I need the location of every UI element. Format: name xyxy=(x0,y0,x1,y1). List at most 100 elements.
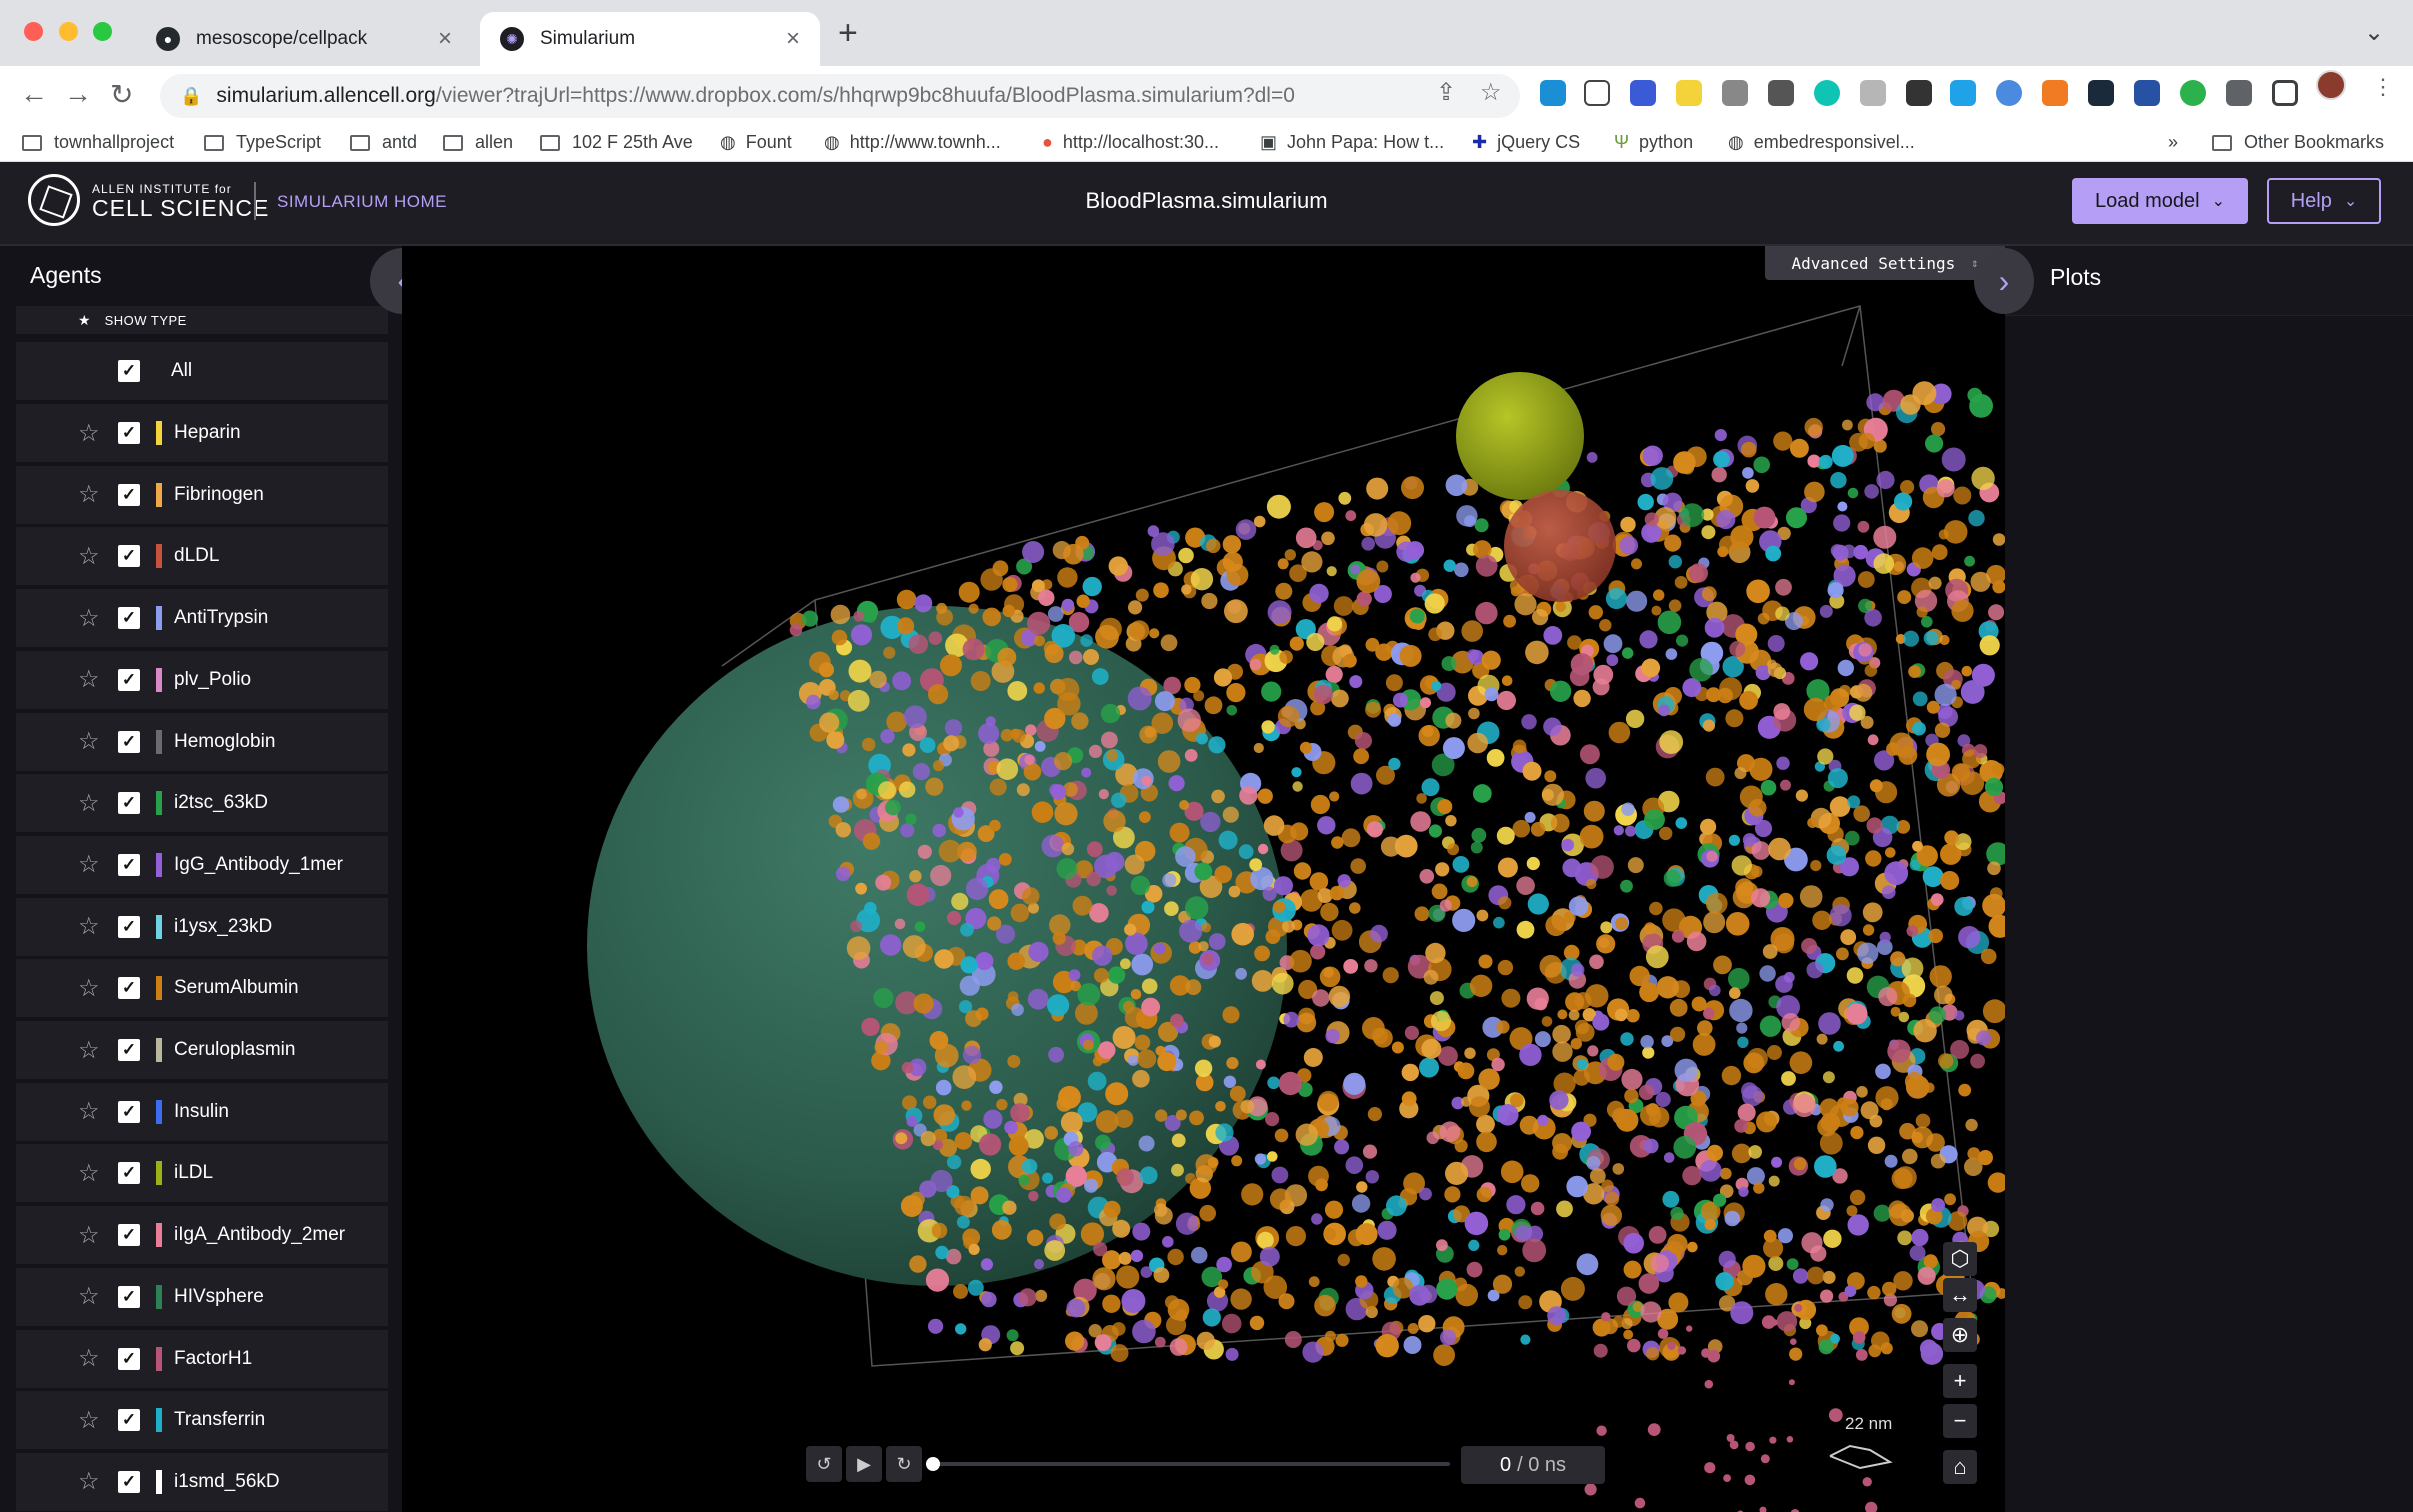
window-zoom-button[interactable] xyxy=(93,22,112,41)
checkbox-checked-icon[interactable]: ✓ xyxy=(118,1039,140,1061)
extension-icon[interactable] xyxy=(1584,80,1610,106)
bookmark-item[interactable]: antd xyxy=(350,132,417,153)
puzzle-extensions-icon[interactable] xyxy=(2226,80,2252,106)
agent-row[interactable]: ☆ ✓ i1smd_56kD xyxy=(16,1452,388,1511)
simulation-scene[interactable] xyxy=(402,246,2005,1512)
reload-icon[interactable]: ↻ xyxy=(110,78,133,111)
time-slider-handle[interactable] xyxy=(926,1457,940,1471)
address-bar[interactable]: 🔒 simularium.allencell.org /viewer?trajU… xyxy=(160,74,1520,118)
pan-icon[interactable]: ↔ xyxy=(1943,1278,1977,1312)
bookmark-item[interactable]: ◍ embedresponsivel... xyxy=(1728,132,1915,153)
star-outline-icon[interactable]: ☆ xyxy=(78,974,100,1003)
checkbox-checked-icon[interactable]: ✓ xyxy=(118,483,140,506)
extension-icon[interactable] xyxy=(1676,80,1702,106)
agent-row[interactable]: ☆ ✓ Ceruloplasmin xyxy=(16,1021,388,1079)
star-outline-icon[interactable]: ☆ xyxy=(78,1097,100,1126)
other-bookmarks[interactable]: Other Bookmarks xyxy=(2212,132,2384,153)
load-model-button[interactable]: Load model ⌄ xyxy=(2072,178,2248,224)
focus-target-icon[interactable]: ⊕ xyxy=(1943,1318,1977,1352)
back-arrow-icon[interactable]: ← xyxy=(20,78,48,110)
checkbox-checked-icon[interactable]: ✓ xyxy=(118,915,140,938)
checkbox-checked-icon[interactable]: ✓ xyxy=(118,730,140,753)
browser-tab-simularium[interactable]: ✺ Simularium × xyxy=(480,12,820,66)
extension-icon[interactable] xyxy=(1996,80,2022,106)
star-outline-icon[interactable]: ☆ xyxy=(78,665,100,694)
agent-row-all[interactable]: ✓ All xyxy=(16,342,388,400)
checkbox-checked-icon[interactable]: ✓ xyxy=(118,1224,140,1247)
bookmark-item[interactable]: TypeScript xyxy=(204,132,321,153)
extension-icon[interactable] xyxy=(2088,80,2114,106)
3d-viewport[interactable] xyxy=(402,246,2005,1512)
star-outline-icon[interactable]: ☆ xyxy=(78,480,100,509)
bookmark-item[interactable]: ◍ http://www.townh... xyxy=(824,132,1001,153)
extension-icon[interactable] xyxy=(2134,80,2160,106)
checkbox-checked-icon[interactable]: ✓ xyxy=(118,545,140,568)
agent-row[interactable]: ☆ ✓ dLDL xyxy=(16,527,388,586)
star-outline-icon[interactable]: ☆ xyxy=(78,1159,100,1188)
extension-icon[interactable] xyxy=(2180,80,2206,106)
checkbox-checked-icon[interactable]: ✓ xyxy=(118,360,140,382)
more-menu-icon[interactable]: ⋮ xyxy=(2372,74,2394,100)
home-view-icon[interactable]: ⌂ xyxy=(1943,1450,1977,1484)
extension-icon[interactable] xyxy=(1540,80,1566,106)
star-outline-icon[interactable]: ☆ xyxy=(78,542,100,571)
star-outline-icon[interactable]: ☆ xyxy=(78,912,100,941)
profile-avatar[interactable] xyxy=(2316,70,2346,100)
checkbox-checked-icon[interactable]: ✓ xyxy=(118,607,140,630)
advanced-settings-toggle[interactable]: Advanced Settings ⇕ xyxy=(1765,246,2005,280)
agent-row[interactable]: ☆ ✓ iIgA_Antibody_2mer xyxy=(16,1206,388,1265)
extension-icon[interactable] xyxy=(1950,80,1976,106)
agent-row[interactable]: ☆ ✓ iLDL xyxy=(16,1144,388,1203)
forward-arrow-icon[interactable]: → xyxy=(64,78,92,110)
checkbox-checked-icon[interactable]: ✓ xyxy=(118,422,140,444)
close-icon[interactable]: × xyxy=(786,25,800,53)
star-outline-icon[interactable]: ☆ xyxy=(78,850,100,879)
bookmark-item[interactable]: ▣ John Papa: How t... xyxy=(1260,132,1444,153)
extension-icon[interactable] xyxy=(1860,80,1886,106)
agent-row[interactable]: ☆ ✓ i1ysx_23kD xyxy=(16,897,388,956)
checkbox-checked-icon[interactable]: ✓ xyxy=(118,1100,140,1123)
zoom-in-icon[interactable]: + xyxy=(1943,1364,1977,1398)
checkbox-checked-icon[interactable]: ✓ xyxy=(118,853,140,876)
cube-view-icon[interactable]: ⬡ xyxy=(1943,1242,1977,1276)
window-minimize-button[interactable] xyxy=(59,22,78,41)
star-outline-icon[interactable]: ☆ xyxy=(78,789,100,818)
agent-row[interactable]: ☆ ✓ Transferrin xyxy=(16,1391,388,1450)
extension-icon[interactable] xyxy=(1814,80,1840,106)
star-outline-icon[interactable]: ☆ xyxy=(78,1344,100,1373)
extension-icon[interactable] xyxy=(2042,80,2068,106)
collapse-plots-panel-button[interactable]: › xyxy=(1974,248,2034,314)
agent-row[interactable]: ☆ ✓ Fibrinogen xyxy=(16,465,388,524)
step-forward-icon[interactable]: ↻ xyxy=(886,1446,922,1482)
agent-row[interactable]: ☆ ✓ Hemoglobin xyxy=(16,712,388,771)
checkbox-checked-icon[interactable]: ✓ xyxy=(118,792,140,815)
agent-row[interactable]: ☆ ✓ SerumAlbumin xyxy=(16,959,388,1018)
star-outline-icon[interactable]: ☆ xyxy=(78,604,100,633)
agent-row[interactable]: ☆ ✓ i2tsc_63kD xyxy=(16,774,388,833)
checkbox-checked-icon[interactable]: ✓ xyxy=(118,1409,140,1432)
bookmark-item[interactable]: ◍ Fount xyxy=(720,132,792,153)
agent-row[interactable]: ☆ ✓ Heparin xyxy=(16,404,388,462)
time-readout[interactable]: 0 / 0 ns xyxy=(1461,1446,1605,1484)
extension-icon[interactable] xyxy=(1768,80,1794,106)
tab-search-chevron-icon[interactable]: ⌄ xyxy=(2364,18,2384,47)
sidebar-icon[interactable] xyxy=(2272,80,2298,106)
bookmark-star-icon[interactable]: ☆ xyxy=(1480,78,1502,107)
star-outline-icon[interactable]: ☆ xyxy=(78,1036,100,1065)
browser-tab-cellpack[interactable]: ● mesoscope/cellpack × xyxy=(136,12,472,66)
star-outline-icon[interactable]: ☆ xyxy=(78,1221,100,1250)
checkbox-checked-icon[interactable]: ✓ xyxy=(118,668,140,691)
time-slider-track[interactable] xyxy=(930,1462,1450,1466)
extension-icon[interactable] xyxy=(1906,80,1932,106)
new-tab-button[interactable]: + xyxy=(838,14,858,53)
star-outline-icon[interactable]: ☆ xyxy=(78,1467,100,1496)
agent-row[interactable]: ☆ ✓ plv_Polio xyxy=(16,650,388,709)
share-icon[interactable]: ⇪ xyxy=(1436,78,1456,107)
play-icon[interactable]: ▶ xyxy=(846,1446,882,1482)
window-close-button[interactable] xyxy=(24,22,43,41)
bookmarks-overflow-button[interactable]: » xyxy=(2168,132,2178,153)
star-outline-icon[interactable]: ☆ xyxy=(78,419,100,448)
checkbox-checked-icon[interactable]: ✓ xyxy=(118,1285,140,1308)
extension-icon[interactable] xyxy=(1722,80,1748,106)
bookmark-item[interactable]: Ψpython xyxy=(1614,132,1693,153)
